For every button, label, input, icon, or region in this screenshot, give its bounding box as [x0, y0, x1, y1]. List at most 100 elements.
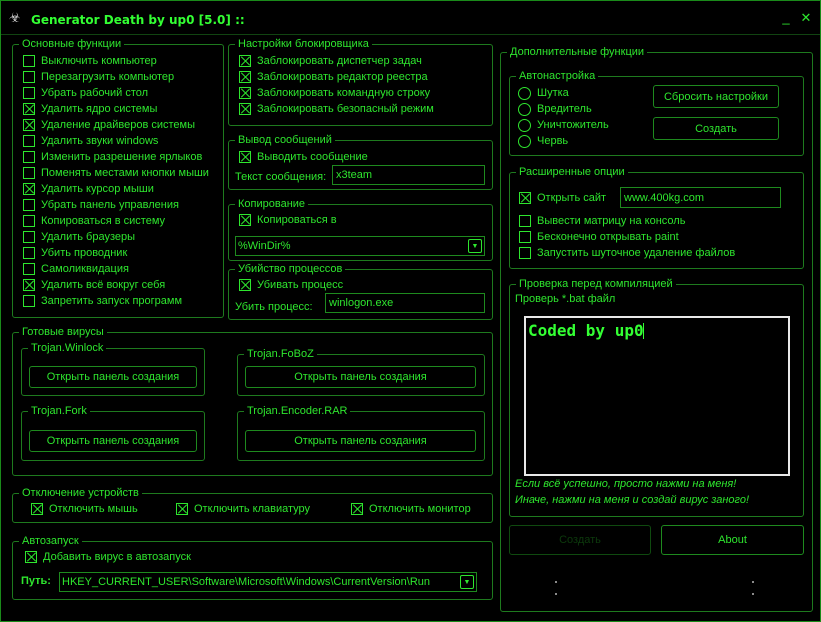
- basic-option-12-label: Убить проводник: [41, 247, 128, 259]
- basic-option-2-checkbox[interactable]: Убрать рабочий стол: [23, 86, 148, 100]
- autorun-path-dropdown[interactable]: HKEY_CURRENT_USER\Software\Microsoft\Win…: [59, 572, 477, 592]
- radio-pest-label: Вредитель: [537, 103, 592, 115]
- basic-option-5-checkbox[interactable]: Удалить звуки windows: [23, 134, 158, 148]
- basic-option-0-box: [23, 55, 35, 67]
- copy-to-checkbox[interactable]: Копироваться в: [239, 213, 337, 227]
- basic-option-15-box: [23, 295, 35, 307]
- radio-worm-circle: [518, 134, 531, 148]
- process-name-input[interactable]: winlogon.exe: [325, 293, 485, 313]
- bat-preview-area[interactable]: Coded by up0: [524, 316, 790, 476]
- open-site-label: Открыть сайт: [537, 192, 607, 204]
- basic-option-3-checkbox[interactable]: Удалить ядро системы: [23, 102, 157, 116]
- text-caret: [642, 323, 644, 339]
- radio-destroyer-circle: [518, 118, 531, 132]
- disable-mouse-checkbox[interactable]: Отключить мышь: [31, 502, 138, 516]
- title-bar[interactable]: ☣ Generator Death by up0 [5.0] :: _ ✕: [1, 1, 820, 35]
- decorative-dot: [752, 581, 754, 583]
- blocker-option-1-label: Заблокировать редактор реестра: [257, 71, 428, 83]
- open-site-checkbox[interactable]: Открыть сайт: [519, 191, 606, 205]
- kill-process-label: Убивать процесс: [257, 279, 344, 291]
- decorative-dot: [555, 581, 557, 583]
- show-message-label: Выводить сообщение: [257, 151, 368, 163]
- about-button[interactable]: About: [661, 525, 804, 555]
- message-text-input[interactable]: x3team: [332, 165, 485, 185]
- disable-keyboard-box: [176, 503, 188, 515]
- basic-option-13-box: [23, 263, 35, 275]
- advanced-options-title: Расширенные опции: [516, 166, 628, 178]
- chevron-down-icon: ▼: [468, 239, 482, 253]
- open-winlock-button[interactable]: Открыть панель создания: [29, 366, 197, 388]
- kill-process-checkbox[interactable]: Убивать процесс: [239, 278, 343, 292]
- basic-option-10-checkbox[interactable]: Копироваться в систему: [23, 214, 165, 228]
- blocker-option-1-checkbox[interactable]: Заблокировать редактор реестра: [239, 70, 428, 84]
- paint-loop-checkbox[interactable]: Бесконечно открывать paint: [519, 230, 679, 244]
- copy-to-box: [239, 214, 251, 226]
- autorun-path-label: Путь:: [21, 575, 51, 587]
- precompile-check-title: Проверка перед компиляцией: [516, 278, 676, 290]
- basic-option-14-box: [23, 279, 35, 291]
- matrix-console-checkbox[interactable]: Вывести матрицу на консоль: [519, 214, 685, 228]
- basic-option-9-box: [23, 199, 35, 211]
- blocker-option-0-box: [239, 55, 251, 67]
- reset-settings-button[interactable]: Сбросить настройки: [653, 85, 779, 108]
- autoconf-title: Автонастройка: [516, 70, 599, 82]
- bat-preview-content: Coded by up0: [528, 321, 644, 340]
- blocker-option-3-checkbox[interactable]: Заблокировать безопасный режим: [239, 102, 434, 116]
- site-url-input[interactable]: www.400kg.com: [620, 187, 781, 208]
- chevron-down-icon: ▼: [460, 575, 474, 589]
- copy-path-dropdown[interactable]: %WinDir% ▼: [235, 236, 485, 256]
- radio-destroyer[interactable]: Уничтожитель: [518, 118, 609, 132]
- kill-process-title: Убийство процессов: [235, 263, 346, 275]
- copying-title: Копирование: [235, 198, 309, 210]
- close-button[interactable]: ✕: [797, 9, 815, 27]
- create-virus-button[interactable]: Создать: [509, 525, 651, 555]
- open-encoder-button[interactable]: Открыть панель создания: [245, 430, 476, 452]
- basic-option-7-label: Поменять местами кнопки мыши: [41, 167, 209, 179]
- basic-option-13-checkbox[interactable]: Самоликвидация: [23, 262, 129, 276]
- basic-option-11-checkbox[interactable]: Удалить браузеры: [23, 230, 135, 244]
- autorun-title: Автозапуск: [19, 535, 82, 547]
- radio-pest[interactable]: Вредитель: [518, 102, 592, 116]
- window-title: Generator Death by up0 [5.0] ::: [31, 13, 245, 27]
- basic-option-6-checkbox[interactable]: Изменить разрешение ярлыков: [23, 150, 202, 164]
- basic-option-8-checkbox[interactable]: Удалить курсор мыши: [23, 182, 154, 196]
- fake-delete-label: Запустить шуточное удаление файлов: [537, 247, 736, 259]
- matrix-console-label: Вывести матрицу на консоль: [537, 215, 686, 227]
- basic-option-3-label: Удалить ядро системы: [41, 103, 158, 115]
- basic-option-13-label: Самоликвидация: [41, 263, 129, 275]
- disable-monitor-checkbox[interactable]: Отключить монитор: [351, 502, 471, 516]
- basic-option-7-checkbox[interactable]: Поменять местами кнопки мыши: [23, 166, 209, 180]
- blocker-option-2-checkbox[interactable]: Заблокировать командную строку: [239, 86, 430, 100]
- basic-option-0-checkbox[interactable]: Выключить компьютер: [23, 54, 157, 68]
- open-fork-button[interactable]: Открыть панель создания: [29, 430, 197, 452]
- fake-delete-checkbox[interactable]: Запустить шуточное удаление файлов: [519, 246, 735, 260]
- basic-option-5-box: [23, 135, 35, 147]
- basic-option-2-label: Убрать рабочий стол: [41, 87, 149, 99]
- check-bat-label: Проверь *.bat файл: [515, 293, 616, 305]
- open-foboz-button[interactable]: Открыть панель создания: [245, 366, 476, 388]
- radio-joke[interactable]: Шутка: [518, 86, 569, 100]
- radio-worm[interactable]: Червь: [518, 134, 568, 148]
- basic-option-11-box: [23, 231, 35, 243]
- decorative-dot: [752, 593, 754, 595]
- show-message-checkbox[interactable]: Выводить сообщение: [239, 150, 368, 164]
- basic-option-9-checkbox[interactable]: Убрать панель управления: [23, 198, 179, 212]
- add-autorun-checkbox[interactable]: Добавить вирус в автозапуск: [25, 550, 191, 564]
- basic-option-4-checkbox[interactable]: Удаление драйверов системы: [23, 118, 195, 132]
- blocker-option-0-checkbox[interactable]: Заблокировать диспетчер задач: [239, 54, 422, 68]
- virus-name-winlock: Trojan.Winlock: [28, 342, 107, 354]
- disable-keyboard-checkbox[interactable]: Отключить клавиатуру: [176, 502, 310, 516]
- open-site-box: [519, 192, 531, 204]
- basic-option-14-checkbox[interactable]: Удалить всё вокруг себя: [23, 278, 165, 292]
- paint-loop-box: [519, 231, 531, 243]
- autoconf-create-button[interactable]: Создать: [653, 117, 779, 140]
- basic-option-1-checkbox[interactable]: Перезагрузить компьютер: [23, 70, 174, 84]
- basic-option-12-box: [23, 247, 35, 259]
- radio-joke-label: Шутка: [537, 87, 569, 99]
- basic-option-12-checkbox[interactable]: Убить проводник: [23, 246, 127, 260]
- disable-keyboard-label: Отключить клавиатуру: [194, 503, 311, 515]
- minimize-button[interactable]: _: [777, 9, 795, 27]
- disable-monitor-box: [351, 503, 363, 515]
- basic-option-8-box: [23, 183, 35, 195]
- basic-option-15-checkbox[interactable]: Запретить запуск программ: [23, 294, 182, 308]
